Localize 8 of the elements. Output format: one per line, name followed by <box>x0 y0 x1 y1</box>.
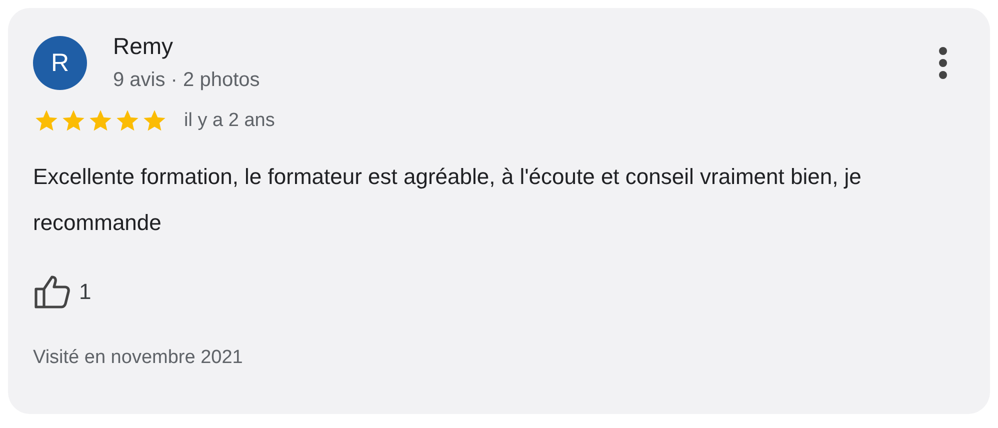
thumbs-up-icon <box>33 274 71 310</box>
review-text: Excellente formation, le formateur est agréable, à l'écoute et conseil vraiment bien, je recommande <box>33 163 862 237</box>
avatar[interactable]: R <box>33 36 87 90</box>
like-button[interactable]: 1 <box>33 274 92 310</box>
review-time: il y a 2 ans <box>184 110 275 132</box>
author-name[interactable]: Remy <box>113 33 260 60</box>
visit-date: Visité en novembre 2021 <box>33 347 244 369</box>
author-meta: 9 avis · 2 photos <box>113 69 260 92</box>
